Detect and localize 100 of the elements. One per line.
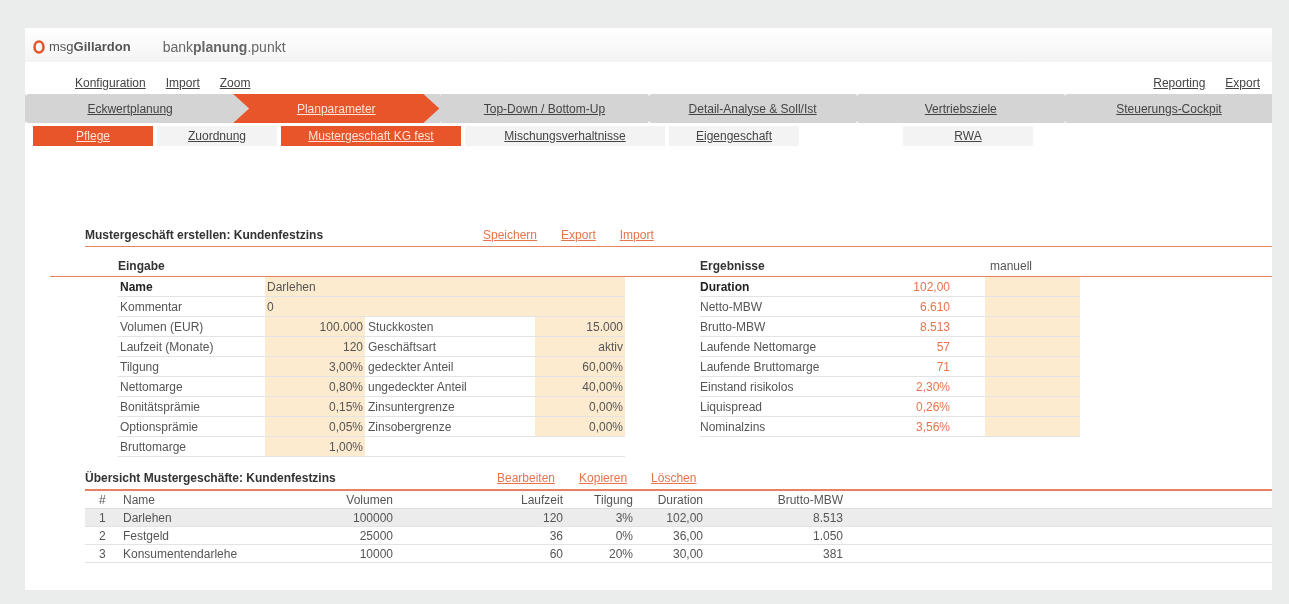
input-field[interactable]: 15.000: [535, 317, 625, 336]
input-field[interactable]: 120: [265, 337, 365, 356]
field-label: gedeckter Anteil: [367, 358, 455, 376]
field-label: ungedeckter Anteil: [367, 378, 468, 396]
product-title: bankplanung.punkt: [162, 37, 286, 57]
input-field[interactable]: 60,00%: [535, 357, 625, 376]
input-field[interactable]: 0,15%: [265, 397, 365, 416]
manual-input-field[interactable]: [985, 357, 1080, 376]
table-cell-text: 3: [99, 545, 107, 563]
result-value: 0,26%: [914, 398, 950, 416]
column-header: Tilgung: [593, 491, 633, 509]
table-cell-text: 1.050: [811, 527, 843, 545]
table-cell-text: 30,00: [671, 545, 703, 563]
table-cell-text: 0%: [614, 527, 633, 545]
result-label: Laufende Nettomarge: [700, 338, 818, 356]
group-heading: Ergebnisse: [700, 258, 766, 275]
section-title: Übersicht Mustergeschäfte: Kundenfestzins: [85, 470, 337, 487]
column-header: Brutto-MBW: [776, 491, 843, 509]
field-label: Bruttomarge: [119, 438, 188, 456]
manual-input-field[interactable]: [985, 397, 1080, 416]
field-label: Geschäftsart: [367, 338, 438, 356]
table-cell-text: Konsumentendarlehe: [123, 545, 239, 563]
table-cell-text: 10000: [358, 545, 393, 563]
manual-input-field[interactable]: [985, 417, 1080, 436]
field-label: Name: [119, 278, 154, 296]
result-value: 3,56%: [914, 418, 950, 436]
result-label: Netto-MBW: [700, 298, 763, 316]
result-value: 2,30%: [914, 378, 950, 396]
result-value: 57: [935, 338, 950, 356]
input-field[interactable]: 1,00%: [265, 437, 365, 456]
group-heading: Eingabe: [118, 258, 166, 275]
result-label: Liquispread: [700, 398, 764, 416]
table-cell-text: 60: [548, 545, 563, 563]
result-label: Duration: [700, 278, 751, 296]
table-cell-text: 1: [99, 509, 107, 527]
input-field[interactable]: 0,05%: [265, 417, 365, 436]
table-cell-text: Darlehen: [123, 509, 173, 527]
field-label: Volumen (EUR): [119, 318, 205, 336]
result-value: 8.513: [918, 318, 950, 336]
input-field[interactable]: aktiv: [535, 337, 625, 356]
column-header: Volumen: [345, 491, 393, 509]
input-field[interactable]: 0,00%: [535, 397, 625, 416]
menu-link[interactable]: Export: [1225, 74, 1260, 92]
field-label: Zinsuntergrenze: [367, 398, 456, 416]
input-field[interactable]: 0,00%: [535, 417, 625, 436]
column-heading: manuell: [990, 258, 1033, 275]
manual-input-field[interactable]: [985, 297, 1080, 316]
column-header: Duration: [656, 491, 703, 509]
input-field[interactable]: 0,80%: [265, 377, 365, 396]
table-cell-text: 100000: [351, 509, 393, 527]
field-label: Kommentar: [119, 298, 184, 316]
manual-input-field[interactable]: [985, 377, 1080, 396]
result-label: Einstand risikolos: [700, 378, 795, 396]
result-label: Nominalzins: [700, 418, 767, 436]
menu-link[interactable]: Konfiguration: [75, 74, 146, 92]
input-field[interactable]: 100.000: [265, 317, 365, 336]
sub-tab[interactable]: Mischungsverhaltnisse: [465, 126, 665, 146]
menu-link[interactable]: Zoom: [219, 74, 251, 92]
table-cell-text: 102,00: [665, 509, 703, 527]
sub-tab[interactable]: RWA: [903, 126, 1033, 146]
sub-tab[interactable]: Zuordnung: [157, 126, 277, 146]
input-field[interactable]: 3,00%: [265, 357, 365, 376]
input-field[interactable]: 0: [265, 297, 625, 316]
field-label: Bonitätsprämie: [119, 398, 202, 416]
field-label: Optionsprämie: [119, 418, 200, 436]
result-label: Brutto-MBW: [700, 318, 767, 336]
table-cell-text: 20%: [607, 545, 633, 563]
sub-tab[interactable]: Eigengeschaft: [669, 126, 799, 146]
manual-input-field[interactable]: [985, 337, 1080, 356]
table-cell-text: 25000: [358, 527, 393, 545]
field-label: Nettomarge: [119, 378, 184, 396]
section-title: Mustergeschäft erstellen: Kundenfestzins: [85, 227, 325, 244]
field-label: Laufzeit (Monate): [119, 338, 215, 356]
manual-input-field[interactable]: [985, 317, 1080, 336]
table-cell-text: 381: [821, 545, 843, 563]
field-label: Tilgung: [119, 358, 160, 376]
table-cell-text: 2: [99, 527, 107, 545]
field-label: Zinsobergrenze: [367, 418, 453, 436]
brand-logo: msgGillardon: [49, 38, 131, 57]
input-field[interactable]: 40,00%: [535, 377, 625, 396]
table-cell-text: 36: [548, 527, 563, 545]
table-cell-text: 8.513: [811, 509, 843, 527]
result-value: 6.610: [918, 298, 950, 316]
table-cell-text: 36,00: [671, 527, 703, 545]
result-value: 71: [935, 358, 950, 376]
table-row[interactable]: 1 Darlehen 100000 120 3% 102,00 8.513: [85, 509, 1272, 527]
manual-input-field[interactable]: [985, 277, 1080, 296]
column-header: Name: [123, 491, 156, 509]
table-cell-text: 120: [541, 509, 563, 527]
menu-link[interactable]: Reporting: [1153, 74, 1206, 92]
column-header: #: [99, 491, 107, 509]
input-field[interactable]: Darlehen: [265, 277, 625, 296]
logo-icon: [33, 40, 45, 54]
result-label: Laufende Bruttomarge: [700, 358, 821, 376]
table-cell-text: 3%: [614, 509, 633, 527]
menu-link[interactable]: Import: [165, 74, 200, 92]
column-header: Laufzeit: [519, 491, 563, 509]
table-cell-text: Festgeld: [123, 527, 171, 545]
result-value: 102,00: [912, 278, 950, 296]
field-label: Stuckkosten: [367, 318, 435, 336]
